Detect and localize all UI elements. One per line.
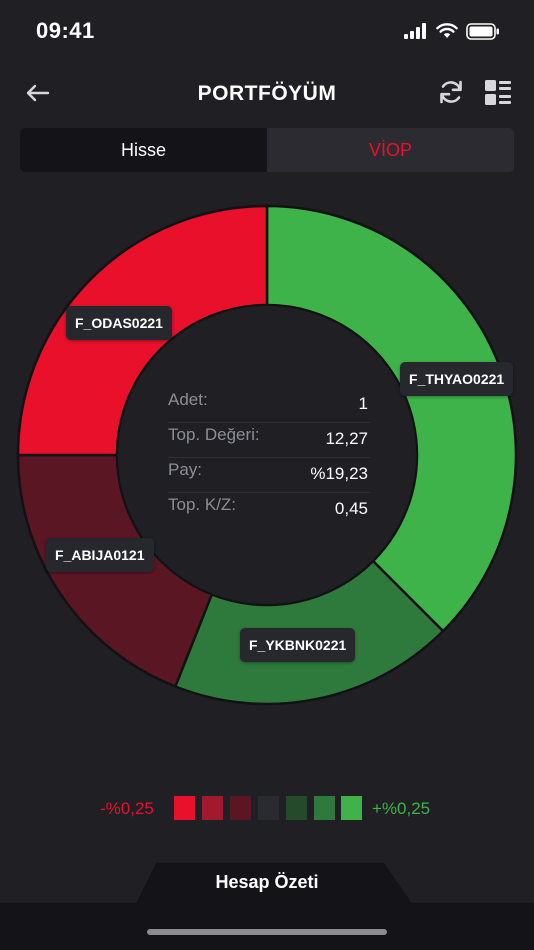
legend-swatch bbox=[230, 796, 251, 820]
legend-swatch bbox=[341, 796, 362, 820]
status-bar: 09:41 bbox=[0, 0, 534, 60]
legend-swatch bbox=[314, 796, 335, 820]
detail-value: 1 bbox=[358, 394, 368, 413]
segment-control: Hisse VİOP bbox=[20, 128, 514, 172]
battery-icon bbox=[466, 22, 499, 40]
home-indicator bbox=[147, 929, 387, 935]
detail-value: 0,45 bbox=[334, 499, 368, 518]
tab-viop[interactable]: VİOP bbox=[267, 128, 514, 172]
legend-swatch bbox=[258, 796, 279, 820]
detail-key: Top. Değeri: bbox=[168, 425, 260, 444]
slice-label-thyao[interactable]: F_THYAO0221 bbox=[400, 362, 514, 396]
color-scale-legend: -%0,25 +%0,25 bbox=[0, 794, 534, 822]
hesap-ozeti-label: Hesap Özeti bbox=[215, 872, 319, 892]
detail-row-kar-zarar: Top. K/Z: 0,45 bbox=[168, 493, 370, 527]
status-icons bbox=[404, 20, 500, 42]
refresh-icon[interactable] bbox=[436, 77, 466, 107]
nav-bar: PORTFÖYÜM bbox=[0, 62, 534, 122]
detail-key: Top. K/Z: bbox=[168, 495, 237, 514]
bottom-sheet-tab[interactable]: Hesap Özeti bbox=[0, 858, 534, 950]
legend-swatch bbox=[286, 796, 307, 820]
legend-max-label: +%0,25 bbox=[372, 799, 431, 818]
detail-row-toplam-deger: Top. Değeri: 12,27 bbox=[168, 423, 370, 458]
detail-row-pay: Pay: %19,23 bbox=[168, 458, 370, 493]
detail-key: Pay: bbox=[168, 460, 203, 479]
detail-row-adet: Adet: 1 bbox=[168, 388, 370, 423]
legend-swatch bbox=[202, 796, 223, 820]
status-time: 09:41 bbox=[36, 18, 95, 43]
tab-hisse[interactable]: Hisse bbox=[20, 128, 267, 172]
detail-value: %19,23 bbox=[310, 464, 368, 483]
slice-label-ykbnk[interactable]: F_YKBNK0221 bbox=[240, 628, 356, 662]
slice-label-odas[interactable]: F_ODAS0221 bbox=[66, 306, 172, 340]
detail-key: Adet: bbox=[168, 390, 208, 409]
legend-swatch bbox=[174, 796, 195, 820]
slice-label-abija[interactable]: F_ABIJA0121 bbox=[46, 538, 154, 572]
wifi-icon bbox=[436, 23, 458, 38]
cellular-signal-icon bbox=[404, 23, 426, 39]
legend-min-label: -%0,25 bbox=[100, 799, 154, 818]
detail-value: 12,27 bbox=[325, 429, 368, 448]
selected-slice-details: Adet: 1 Top. Değeri: 12,27 Pay: %19,23 T… bbox=[168, 388, 370, 527]
view-toggle-icon[interactable] bbox=[484, 79, 512, 107]
